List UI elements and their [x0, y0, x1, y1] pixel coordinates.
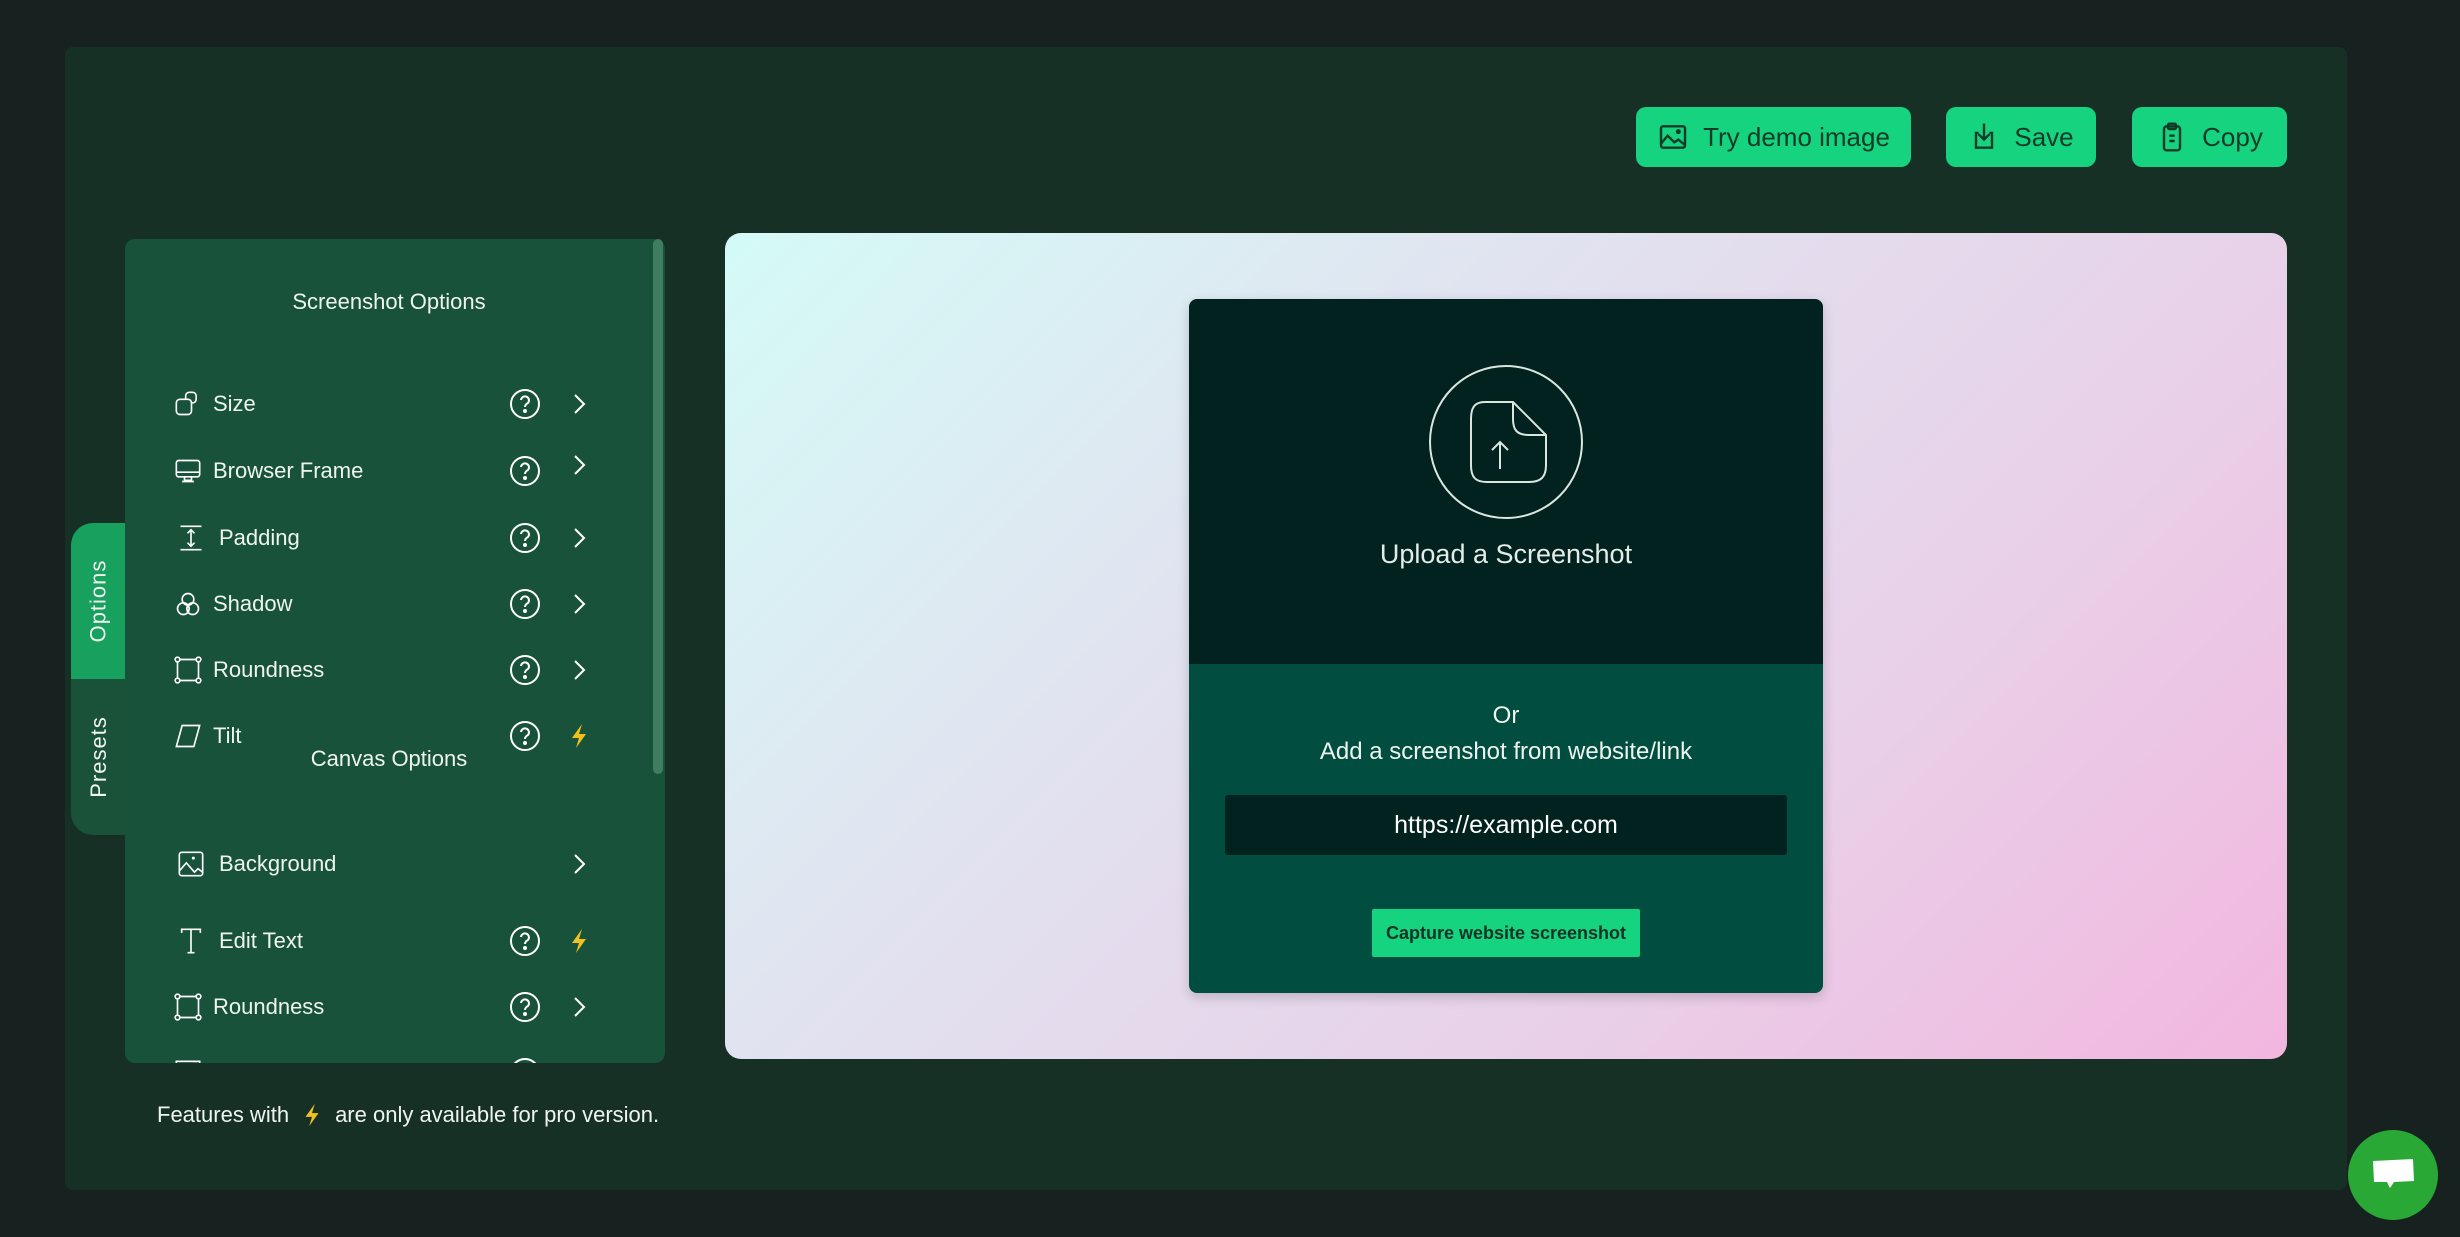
shadow-icon: [176, 592, 200, 616]
help-icon[interactable]: [509, 522, 541, 554]
or-label: Or: [1492, 702, 1520, 729]
image-icon: [178, 851, 204, 877]
option-roundness[interactable]: Roundness: [173, 648, 613, 692]
help-icon[interactable]: [509, 654, 541, 686]
tab-options-label: Options: [85, 559, 111, 643]
try-demo-image-label: Try demo image: [1703, 121, 1890, 152]
chevron-right-icon[interactable]: [565, 524, 593, 552]
upload-card: Upload a Screenshot Or Add a screenshot …: [1189, 299, 1823, 993]
option-shadow-label: Shadow: [213, 591, 293, 616]
option-padding-label: Padding: [219, 525, 300, 550]
chevron-right-icon[interactable]: [565, 993, 593, 1021]
option-canvas-roundness[interactable]: Roundness: [173, 985, 613, 1029]
save-button[interactable]: Save: [1946, 107, 2096, 167]
option-roundness-label: Roundness: [213, 657, 325, 682]
position-icon: [175, 1060, 201, 1063]
lightning-icon: [572, 929, 586, 953]
option-size-label: Size: [213, 391, 256, 416]
clipboard-icon: [2162, 122, 2182, 152]
option-browser-frame[interactable]: Browser Frame: [173, 449, 613, 493]
screenshot-options-title: Screenshot Options: [292, 289, 486, 314]
upload-circle: [1429, 365, 1583, 519]
pro-footnote: Features with are only available for pro…: [157, 1100, 659, 1130]
chat-icon: [2373, 1159, 2414, 1188]
option-background[interactable]: Background: [173, 842, 613, 886]
tab-presets[interactable]: Presets: [71, 679, 126, 835]
link-section: Or Add a screenshot from website/link Ca…: [1189, 664, 1823, 993]
sidebar-scrollbar[interactable]: [653, 239, 663, 774]
footnote-prefix: Features with: [157, 1102, 290, 1127]
canvas-options-title: Canvas Options: [310, 746, 468, 771]
option-browser-frame-label: Browser Frame: [213, 458, 364, 483]
tab-presets-label: Presets: [85, 716, 111, 798]
help-icon[interactable]: [509, 588, 541, 620]
chevron-right-icon[interactable]: [565, 590, 593, 618]
option-shadow[interactable]: Shadow: [173, 582, 613, 626]
option-edit-text[interactable]: Edit Text: [173, 919, 613, 963]
copy-button[interactable]: Copy: [2132, 107, 2287, 167]
option-padding[interactable]: Padding: [173, 516, 613, 560]
help-icon[interactable]: [509, 388, 541, 420]
download-icon: [1975, 123, 1994, 149]
roundness-icon: [174, 993, 202, 1021]
help-icon[interactable]: [509, 455, 541, 487]
text-icon: [180, 928, 202, 954]
side-tabs: Options Presets: [71, 523, 126, 835]
padding-icon: [180, 525, 202, 551]
chevron-right-icon[interactable]: [565, 1059, 593, 1063]
option-canvas-roundness-label: Roundness: [213, 994, 325, 1019]
chevron-right-icon[interactable]: [565, 850, 593, 878]
help-icon[interactable]: [509, 991, 541, 1023]
option-screenshot-position[interactable]: Screenshot Position: [173, 1051, 613, 1063]
chevron-right-icon[interactable]: [565, 656, 593, 684]
option-size[interactable]: Size: [173, 382, 613, 426]
help-icon[interactable]: [509, 1057, 541, 1063]
copy-label: Copy: [2202, 121, 2263, 152]
chevron-right-icon[interactable]: [565, 390, 593, 418]
upload-title: Upload a Screenshot: [1379, 539, 1633, 569]
upload-dropzone[interactable]: Upload a Screenshot: [1189, 299, 1823, 664]
try-demo-image-button[interactable]: Try demo image: [1636, 107, 1911, 167]
footnote-suffix: are only available for pro version.: [335, 1102, 660, 1127]
option-edit-text-label: Edit Text: [219, 928, 303, 953]
save-label: Save: [2014, 121, 2074, 152]
options-sidebar: Screenshot Options Size Browser Frame Pa…: [125, 239, 665, 1063]
link-label: Add a screenshot from website/link: [1319, 738, 1693, 765]
url-input[interactable]: [1225, 795, 1787, 855]
file-upload-icon: [1470, 401, 1547, 483]
option-background-label: Background: [219, 851, 337, 876]
image-icon: [1659, 125, 1687, 149]
chevron-right-icon[interactable]: [565, 451, 593, 479]
lightning-icon: [305, 1103, 319, 1127]
capture-website-button[interactable]: Capture website screenshot: [1372, 909, 1640, 957]
monitor-icon: [175, 459, 201, 483]
option-screenshot-position-label: Screenshot Position: [209, 1060, 405, 1063]
tab-options[interactable]: Options: [71, 523, 126, 679]
roundness-icon: [174, 656, 202, 684]
help-icon[interactable]: [509, 925, 541, 957]
chat-button[interactable]: [2348, 1130, 2438, 1220]
size-icon: [175, 391, 197, 416]
